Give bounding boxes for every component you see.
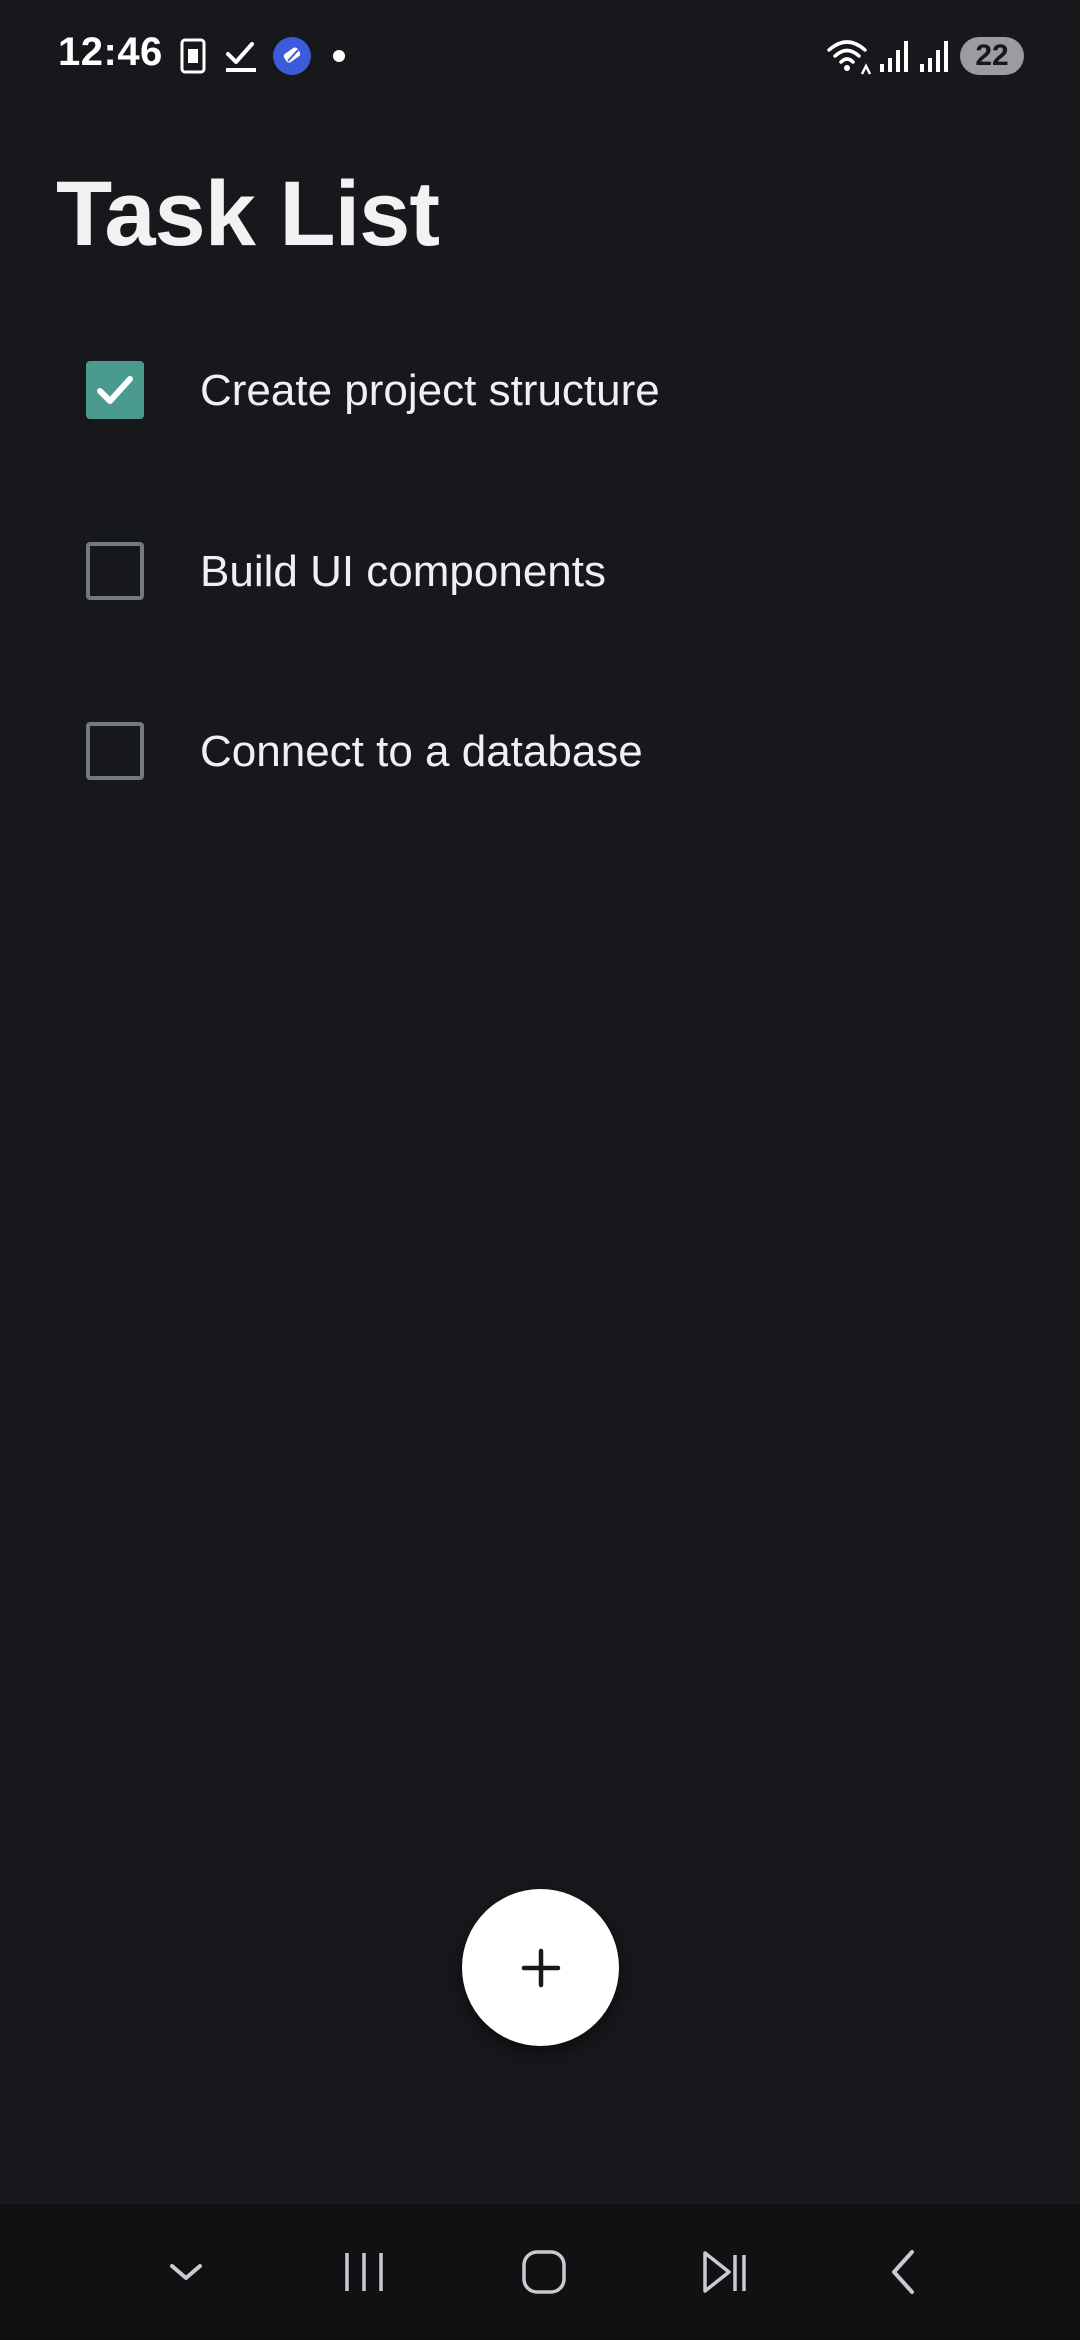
recent-apps-button[interactable] xyxy=(334,2242,394,2302)
signal-icon xyxy=(880,41,908,72)
home-icon xyxy=(522,2250,566,2294)
system-nav-bar xyxy=(0,2204,1080,2340)
task-checkbox[interactable] xyxy=(86,722,144,780)
task-item[interactable]: Connect to a database xyxy=(0,691,1080,811)
home-button[interactable] xyxy=(514,2242,574,2302)
sim-card-icon xyxy=(180,38,206,74)
notification-dot-icon xyxy=(333,50,345,62)
plus-icon xyxy=(521,1948,560,1987)
task-label: Connect to a database xyxy=(200,727,643,776)
app-badge-icon xyxy=(273,37,311,75)
task-item[interactable]: Build UI components xyxy=(0,511,1080,631)
status-time: 12:46 xyxy=(58,30,163,74)
add-task-button[interactable] xyxy=(462,1889,619,2046)
task-checkbox[interactable] xyxy=(86,542,144,600)
task-item[interactable]: Create project structure xyxy=(0,330,1080,450)
media-button[interactable] xyxy=(694,2242,754,2302)
signal-icon xyxy=(920,41,948,72)
battery-level: 22 xyxy=(960,37,1024,75)
recent-apps-icon xyxy=(345,2253,383,2291)
task-checkbox-checked[interactable] xyxy=(86,361,144,419)
status-bar: 12:46 22 xyxy=(0,0,1080,112)
wifi-icon xyxy=(827,40,872,75)
media-icon xyxy=(703,2251,746,2293)
hide-keyboard-icon xyxy=(170,2264,202,2280)
status-notification-icons xyxy=(178,36,346,76)
page-title: Task List xyxy=(56,163,440,265)
back-icon xyxy=(892,2250,914,2294)
task-label: Build UI components xyxy=(200,547,606,596)
task-check-icon xyxy=(226,42,256,72)
status-system-icons: 22 xyxy=(826,34,1024,78)
hide-keyboard-button[interactable] xyxy=(156,2242,216,2302)
back-button[interactable] xyxy=(872,2242,932,2302)
task-label: Create project structure xyxy=(200,366,660,415)
checkmark-icon xyxy=(97,376,133,404)
